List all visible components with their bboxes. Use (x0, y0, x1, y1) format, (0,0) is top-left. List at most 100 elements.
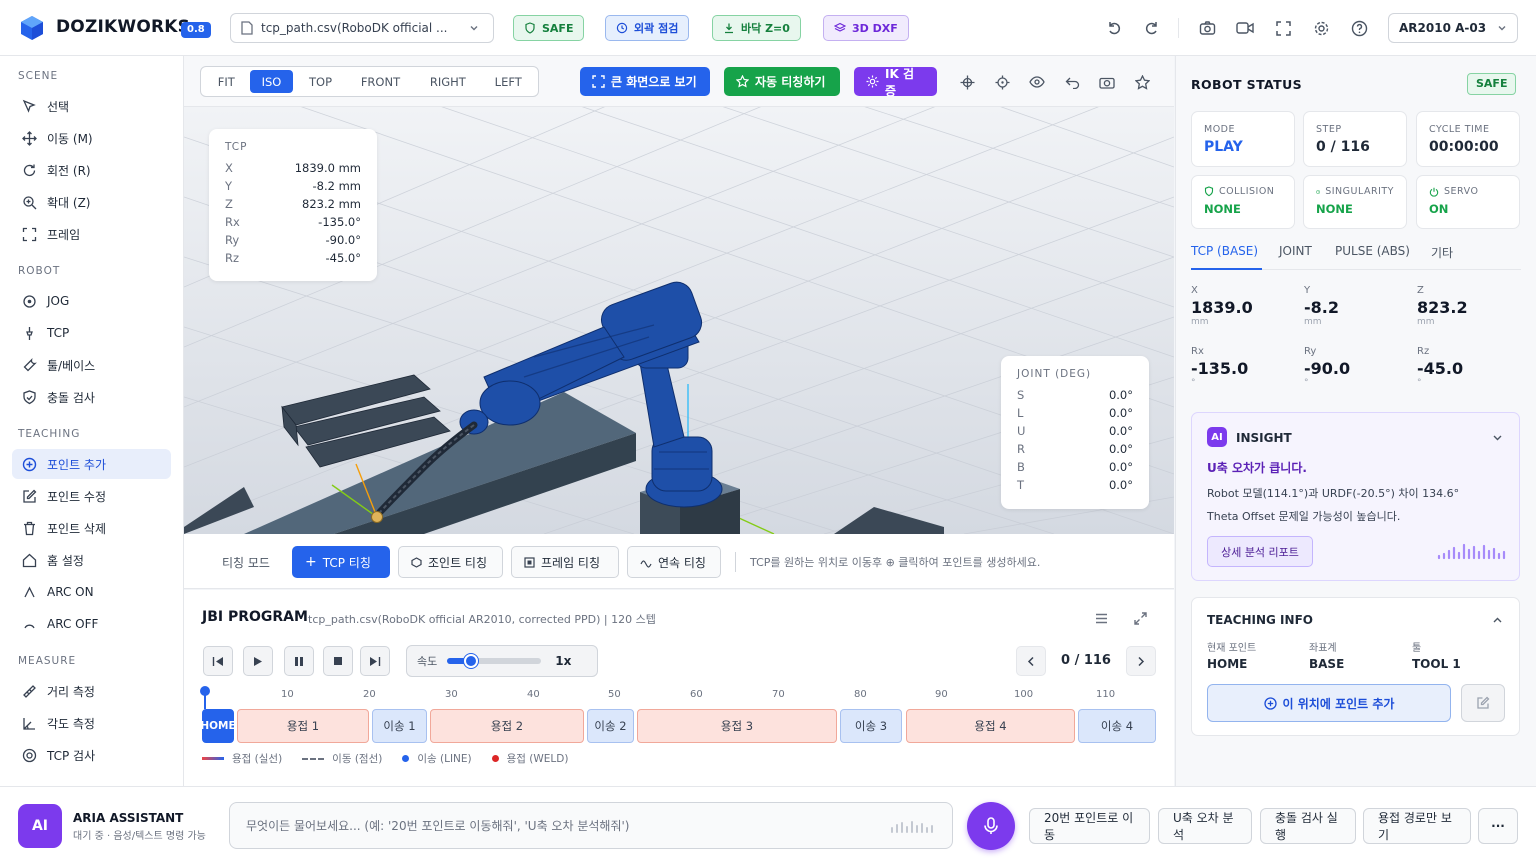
favorite-button[interactable] (1128, 68, 1156, 96)
ik-check-button[interactable]: IK 검증 (854, 66, 937, 98)
sidebar-item-zoom[interactable]: 확대 (Z) (12, 187, 171, 217)
add-point-here-button[interactable]: 이 위치에 포인트 추가 (1207, 684, 1451, 722)
joint-teach-button[interactable]: 조인트 티칭 (398, 546, 503, 578)
segment-weld-4[interactable]: 용접 4 (906, 709, 1075, 743)
status-safe-badge: SAFE (1467, 73, 1517, 95)
coord-y: Y -8.2 mm (1304, 285, 1404, 327)
segment-move-2[interactable]: 이송 2 (587, 709, 634, 743)
step-next-button[interactable] (1126, 646, 1156, 676)
timeline-tick: 20 (363, 689, 376, 700)
help-icon (1351, 20, 1367, 36)
program-expand-button[interactable] (1126, 604, 1154, 632)
target-icon (22, 748, 37, 762)
dxf-chip[interactable]: 3D DXF (823, 15, 909, 41)
big-view-button[interactable]: 큰 화면으로 보기 (580, 67, 710, 96)
sidebar-item-arc-off[interactable]: ARC OFF (12, 609, 171, 639)
speed-knob[interactable] (463, 654, 478, 668)
sidebar-item-collision[interactable]: 충돌 검사 (12, 382, 171, 412)
assistant-input[interactable]: 무엇이든 물어보세요... (예: '20번 포인트로 이동해줘', 'U축 오… (229, 802, 953, 849)
coord-value: -90.0 (1304, 359, 1351, 378)
sidebar-item-label: 확대 (Z) (47, 195, 91, 210)
segment-home[interactable]: HOME (200, 709, 236, 743)
program-list-button[interactable] (1087, 604, 1115, 632)
sidebar-item-tcp[interactable]: TCP (12, 318, 171, 348)
quick-weld-path-button[interactable]: 용접 경로만 보기 (1363, 808, 1471, 844)
segment-weld-1[interactable]: 용접 1 (237, 709, 369, 743)
tcp-teach-button[interactable]: + TCP 티칭 (292, 546, 390, 578)
quick-move-20-button[interactable]: 20번 포인트로 이동 (1029, 808, 1150, 844)
tab-pulse[interactable]: PULSE (ABS) (1335, 244, 1410, 258)
focus-button[interactable] (988, 68, 1016, 96)
frame-teach-button[interactable]: 프레임 티칭 (511, 546, 619, 578)
tab-etc[interactable]: 기타 (1431, 244, 1453, 261)
more-options-button[interactable]: ··· (1478, 808, 1518, 844)
stop-button[interactable] (323, 646, 353, 676)
joint-row-label: L (1017, 406, 1024, 420)
sidebar-item-move[interactable]: 이동 (M) (12, 123, 171, 153)
ik-check-label: IK 검증 (885, 66, 914, 98)
safe-chip[interactable]: SAFE (513, 15, 585, 41)
sidebar-item-tcp-check[interactable]: TCP 검사 (12, 740, 171, 770)
redo-button[interactable] (1138, 14, 1166, 42)
file-select[interactable]: tcp_path.csv(RoboDK official ... (230, 13, 494, 43)
continuous-teach-button[interactable]: 연속 티칭 (627, 546, 721, 578)
sidebar-item-frame[interactable]: 프레임 (12, 219, 171, 249)
sidebar-item-home[interactable]: 홈 설정 (12, 545, 171, 575)
undo-button[interactable] (1100, 14, 1128, 42)
sidebar-item-rotate[interactable]: 회전 (R) (12, 155, 171, 185)
robot-select[interactable]: AR2010 A-03 (1388, 13, 1518, 43)
crosshair-button[interactable] (953, 68, 981, 96)
sidebar-item-tool-base[interactable]: 툴/베이스 (12, 350, 171, 380)
skip-start-button[interactable] (203, 646, 233, 676)
sidebar-item-jog[interactable]: JOG (12, 286, 171, 316)
view-front-button[interactable]: FRONT (348, 70, 413, 93)
sidebar-item-angle[interactable]: 각도 측정 (12, 708, 171, 738)
fullscreen-button[interactable] (1269, 14, 1297, 42)
view-undo-button[interactable] (1058, 68, 1086, 96)
segment-move-3[interactable]: 이송 3 (840, 709, 902, 743)
sidebar-item-add-point[interactable]: 포인트 추가 (12, 449, 171, 479)
view-iso-button[interactable]: ISO (249, 70, 294, 93)
screenshot-button[interactable] (1193, 14, 1221, 42)
outline-check-chip[interactable]: 외곽 점검 (605, 15, 690, 41)
skip-end-button[interactable] (360, 646, 390, 676)
sidebar-item-arc-on[interactable]: ARC ON (12, 577, 171, 607)
record-button[interactable] (1231, 14, 1259, 42)
visibility-button[interactable] (1023, 68, 1051, 96)
quick-u-axis-button[interactable]: U축 오차 분석 (1158, 808, 1252, 844)
joint-row-label: R (1017, 442, 1025, 456)
tab-joint[interactable]: JOINT (1279, 244, 1312, 258)
settings-button[interactable] (1307, 14, 1335, 42)
floor-z-chip[interactable]: 바닥 Z=0 (712, 15, 801, 41)
view-right-button[interactable]: RIGHT (415, 70, 480, 93)
segment-move-1[interactable]: 이송 1 (372, 709, 427, 743)
chevron-down-icon[interactable] (1492, 432, 1503, 443)
auto-teach-button[interactable]: 자동 티칭하기 (724, 67, 840, 96)
assistant-avatar: AI (18, 804, 62, 848)
segment-move-4[interactable]: 이송 4 (1078, 709, 1156, 743)
3d-viewport[interactable]: TCP X 1839.0 mm Y -8.2 mm Z 823.2 mm Rx -135… (184, 107, 1174, 534)
help-button[interactable] (1345, 14, 1373, 42)
speed-slider[interactable] (447, 654, 542, 668)
timeline-cursor-handle[interactable] (200, 686, 210, 696)
view-capture-button[interactable] (1093, 68, 1121, 96)
tab-tcp-base[interactable]: TCP (BASE) (1191, 244, 1262, 270)
coord-rx: Rx -135.0 ° (1191, 346, 1291, 388)
chevron-up-icon[interactable] (1492, 615, 1503, 626)
sidebar-item-edit-point[interactable]: 포인트 수정 (12, 481, 171, 511)
sidebar-item-select[interactable]: 선택 (12, 91, 171, 121)
quick-collision-button[interactable]: 충돌 검사 실행 (1260, 808, 1356, 844)
play-button[interactable] (243, 646, 273, 676)
segment-weld-3[interactable]: 용접 3 (637, 709, 837, 743)
step-prev-button[interactable] (1016, 646, 1046, 676)
pause-button[interactable] (284, 646, 314, 676)
sidebar-item-delete-point[interactable]: 포인트 삭제 (12, 513, 171, 543)
mic-button[interactable] (967, 802, 1015, 850)
segment-weld-2[interactable]: 용접 2 (430, 709, 584, 743)
view-left-button[interactable]: LEFT (482, 70, 534, 93)
insight-report-button[interactable]: 상세 분석 리포트 (1207, 536, 1313, 567)
sidebar-item-distance[interactable]: 거리 측정 (12, 676, 171, 706)
view-fit-button[interactable]: FIT (205, 70, 248, 93)
view-top-button[interactable]: TOP (295, 70, 346, 93)
edit-point-button[interactable] (1461, 684, 1505, 722)
